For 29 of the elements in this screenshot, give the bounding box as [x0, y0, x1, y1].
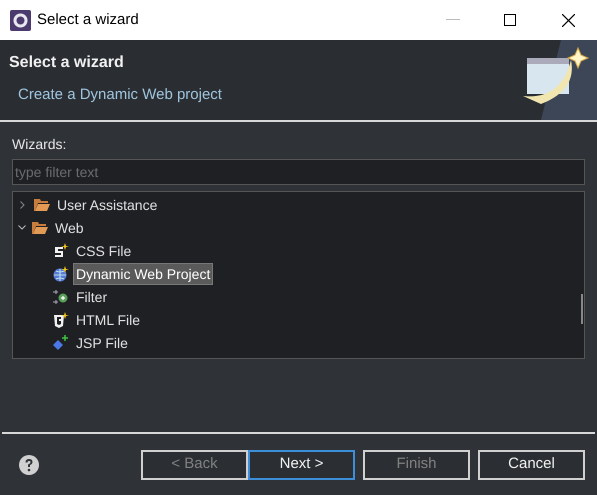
globe-icon	[53, 266, 69, 282]
filter-icon	[53, 288, 69, 304]
folder-icon	[34, 198, 50, 211]
collapsed-chevron-icon[interactable]	[20, 200, 25, 208]
diamond-icon	[53, 334, 69, 350]
css-file-icon	[53, 242, 69, 258]
tree-item[interactable]: JSP File	[73, 332, 131, 354]
tree-item[interactable]: Web	[52, 216, 87, 238]
page-description: Create a Dynamic Web project	[18, 85, 223, 105]
wizard-button[interactable]: Cancel	[478, 450, 585, 480]
window-title: Select a wizard	[37, 10, 139, 30]
wizard-banner-icon	[521, 40, 597, 120]
tree-item[interactable]: User Assistance	[54, 194, 160, 216]
help-icon[interactable]	[19, 454, 39, 474]
close-icon[interactable]	[562, 14, 575, 26]
tree-item[interactable]: Dynamic Web Project	[73, 262, 214, 284]
html-file-icon	[53, 312, 69, 328]
folder-icon	[32, 221, 48, 234]
wizards-label: Wizards:	[12, 135, 68, 154]
tree-item[interactable]: HTML File	[73, 308, 144, 330]
expanded-chevron-icon[interactable]	[18, 225, 26, 230]
scrollbar[interactable]	[581, 294, 583, 324]
page-title: Select a wizard	[9, 53, 125, 73]
tree-item[interactable]: Filter	[73, 286, 110, 308]
maximize-icon[interactable]	[504, 14, 516, 26]
tree-item[interactable]: CSS File	[73, 240, 134, 262]
app-icon	[10, 10, 31, 30]
wizard-button[interactable]: Next >	[248, 450, 355, 480]
filter-field[interactable]: type filter text	[12, 159, 585, 185]
